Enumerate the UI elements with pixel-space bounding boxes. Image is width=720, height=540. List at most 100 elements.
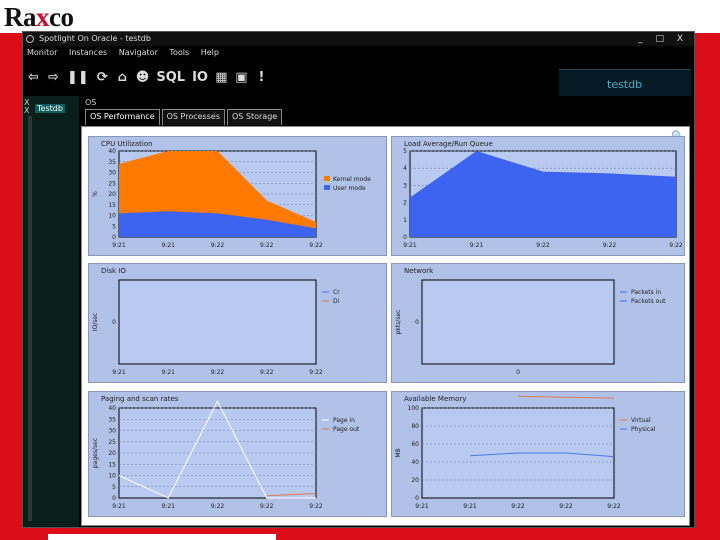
y-tick-label: 40 — [411, 459, 419, 466]
y-axis-label: MB — [395, 448, 402, 457]
y-tick-label: 35 — [108, 416, 116, 423]
menu-instances[interactable]: Instances — [69, 48, 107, 57]
y-tick-label: 3 — [403, 182, 407, 189]
y-tick-label: 2 — [403, 200, 407, 207]
legend-swatch — [324, 185, 330, 190]
y-tick-label: 15 — [108, 202, 116, 209]
load-average-panel: Load Average/Run Queue 0 1 2 3 4 5 9:21 9:21 9:22… — [391, 136, 685, 256]
network-panel: Network 0 0 pkts/sec Packets in Packets out — [391, 263, 685, 383]
x-tick-label: 9:21 — [403, 242, 417, 249]
y-tick-label: 20 — [108, 191, 116, 198]
database-banner: testdb — [559, 69, 691, 97]
y-axis-label: IO/sec — [92, 313, 99, 332]
legend-label: Kernel mode — [333, 176, 371, 183]
memory-panel: Available Memory 0 20 40 60 80 100 9:21 9:21 9:22… — [391, 391, 685, 517]
y-tick-label: 20 — [108, 450, 116, 457]
legend-label: Packets out — [631, 298, 666, 305]
legend-label: Page out — [333, 426, 360, 433]
navigator-sidebar: X X Testdb — [23, 96, 79, 527]
x-tick-label: 9:22 — [211, 369, 225, 376]
x-tick-label: 9:21 — [470, 242, 484, 249]
y-tick-label: 5 — [112, 223, 116, 230]
x-tick-label: 9:21 — [162, 242, 176, 249]
x-tick-label: 9:22 — [309, 242, 323, 249]
connect-icon[interactable]: ▣ — [235, 70, 248, 85]
x-tick-label: 9:21 — [112, 369, 126, 376]
x-tick-label: 9:22 — [607, 503, 621, 510]
y-axis-label: % — [92, 191, 99, 197]
pause-icon[interactable]: ❚❚ — [67, 70, 89, 85]
y-tick-label: 0 — [112, 495, 116, 502]
network-chart: 0 0 pkts/sec Packets in Packets out — [395, 279, 666, 376]
y-tick-label: 10 — [108, 213, 116, 220]
y-axis-label: pages/sec — [92, 438, 99, 468]
x-tick-label: 9:22 — [309, 369, 323, 376]
y-tick-label: 30 — [108, 170, 116, 177]
legend-label: Cr — [333, 289, 340, 296]
legend-label: Packets in — [631, 289, 661, 296]
x-tick-label: 9:22 — [511, 503, 525, 510]
back-icon[interactable]: ⇦ — [27, 70, 40, 85]
legend-label: Di — [333, 298, 340, 305]
y-tick-label: 60 — [411, 441, 419, 448]
memory-icon[interactable]: ▦ — [215, 70, 228, 85]
app-icon — [26, 35, 34, 43]
x-tick-label: 9:22 — [260, 242, 274, 249]
y-tick-label: 30 — [108, 428, 116, 435]
y-tick-label: 0 — [403, 234, 407, 241]
y-tick-label: 0 — [415, 495, 419, 502]
app-window: Spotlight On Oracle - testdb _ □ X Monit… — [22, 31, 695, 528]
tab-os-processes[interactable]: OS Processes — [161, 109, 225, 125]
y-tick-label: 25 — [108, 439, 116, 446]
x-tick-label: 9:22 — [559, 503, 573, 510]
raxco-logo: Raxco — [4, 2, 74, 32]
sidebar-scrollbar[interactable] — [28, 116, 32, 521]
io-icon[interactable]: IO — [192, 70, 208, 85]
menu-help[interactable]: Help — [201, 48, 219, 57]
y-axis-label: pkts/sec — [395, 310, 402, 335]
load-chart: 0 1 2 3 4 5 9:21 9:21 9:22 9:22 9:22 — [403, 148, 683, 249]
forward-icon[interactable]: ⇨ — [47, 70, 60, 85]
title-bar: Spotlight On Oracle - testdb _ □ X — [23, 32, 694, 46]
tab-os-performance[interactable]: OS Performance — [85, 109, 160, 125]
sql-icon[interactable]: SQL — [156, 70, 185, 85]
disk-chart: 0 9:21 9:21 9:22 9:22 9:22 IO/sec Cr Di — [92, 279, 340, 376]
window-title: Spotlight On Oracle - testdb — [39, 34, 151, 43]
y-tick-label: 80 — [411, 423, 419, 430]
x-tick-label: 9:21 — [112, 503, 126, 510]
window-controls[interactable]: _ □ X — [638, 32, 688, 46]
x-tick-label: 9:21 — [415, 503, 429, 510]
y-tick-label: 0 — [112, 234, 116, 241]
users-icon[interactable]: ☻ — [136, 70, 150, 85]
home-icon[interactable]: ⌂ — [116, 70, 129, 85]
cpu-chart: 0 5 10 15 20 25 30 35 40 9:21 9:21 9:22 9:22 9:22% Ker… — [92, 148, 371, 249]
y-tick-label: 4 — [403, 165, 407, 172]
y-tick-label: 100 — [408, 405, 420, 412]
close-icon[interactable]: X — [24, 106, 29, 115]
legend-label: User mode — [333, 185, 366, 192]
y-tick-label: 40 — [108, 405, 116, 412]
tab-os-storage[interactable]: OS Storage — [226, 109, 283, 125]
y-tick-label: 5 — [112, 484, 116, 491]
sidebar-item-testdb[interactable]: Testdb — [35, 104, 65, 113]
menu-navigator[interactable]: Navigator — [119, 48, 158, 57]
refresh-icon[interactable]: ⟳ — [96, 70, 109, 85]
menu-monitor[interactable]: Monitor — [27, 48, 57, 57]
legend-label: Physical — [631, 426, 656, 433]
x-tick-label: 9:22 — [260, 369, 274, 376]
x-tick-label: 9:22 — [536, 242, 550, 249]
legend-swatch — [324, 176, 330, 181]
x-tick-label: 9:21 — [162, 503, 176, 510]
legend-label: Virtual — [631, 417, 651, 424]
menu-tools[interactable]: Tools — [169, 48, 189, 57]
y-tick-label: 10 — [108, 473, 116, 480]
performance-content: 🔍 CPU Utilization05101520253035409:219:2… — [81, 126, 690, 526]
section-label: OS — [85, 98, 97, 107]
x-tick-label: 9:22 — [309, 503, 323, 510]
paging-chart: 0 5 10 15 20 25 30 35 40 9:21 9:21 9:22 9:22 9:22 page… — [92, 400, 360, 510]
plot-area — [421, 279, 615, 365]
y-tick-label: 25 — [108, 180, 116, 187]
alert-icon[interactable]: ! — [255, 70, 268, 85]
main-area: OS OS Performance OS Processes OS Storag… — [79, 96, 692, 527]
y-tick-label: 20 — [411, 477, 419, 484]
